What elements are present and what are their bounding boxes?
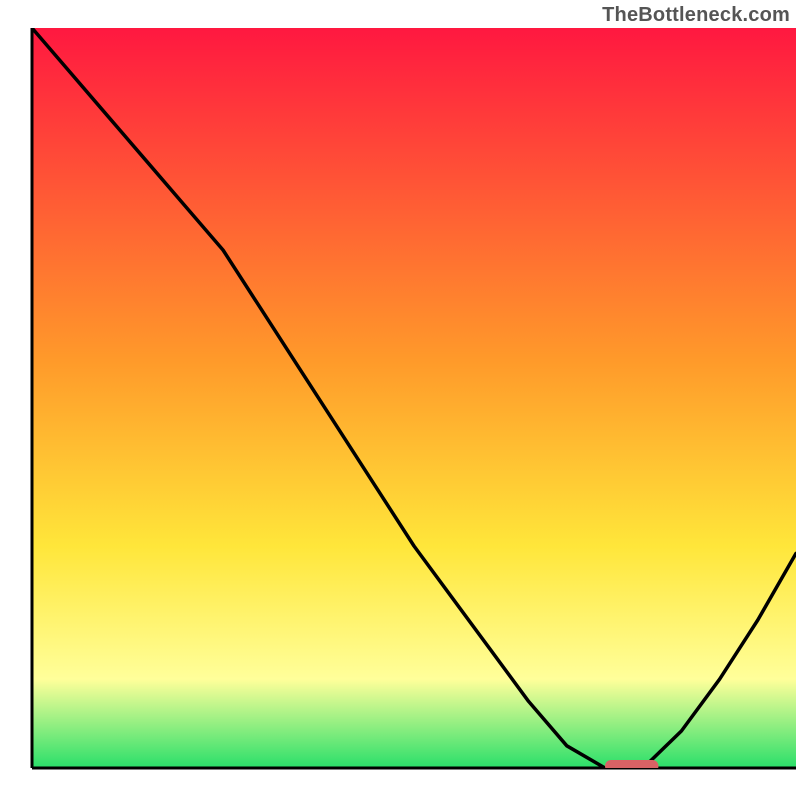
chart-container: { "watermark": "TheBottleneck.com", "col… — [0, 0, 800, 800]
watermark-text: TheBottleneck.com — [602, 4, 790, 27]
optimal-marker — [605, 760, 659, 772]
bottleneck-chart — [0, 0, 800, 800]
gradient-background — [32, 28, 796, 768]
